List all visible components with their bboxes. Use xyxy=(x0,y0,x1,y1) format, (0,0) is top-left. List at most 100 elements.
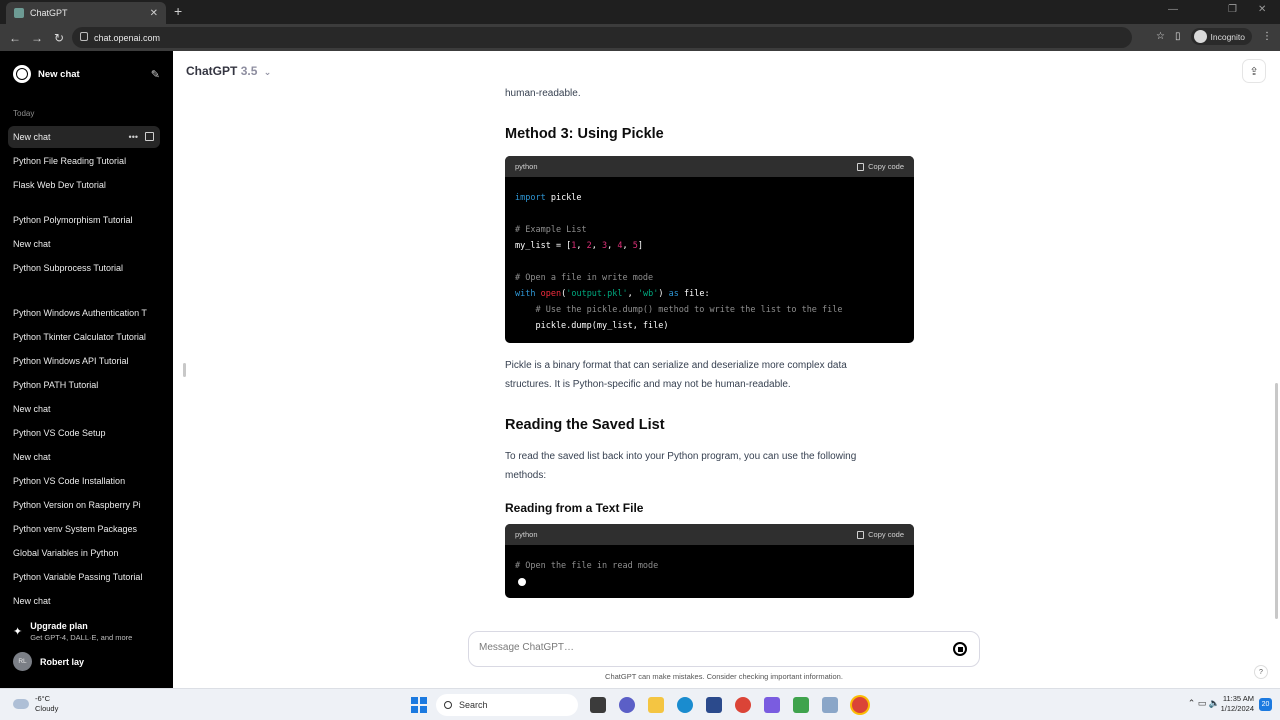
sidebar-item[interactable]: Python Windows API Tutorial xyxy=(8,350,160,372)
sidebar-item[interactable]: New chat xyxy=(8,398,160,420)
address-bar[interactable]: chat.openai.com xyxy=(72,27,1132,48)
forward-button[interactable]: → xyxy=(26,31,48,45)
user-menu[interactable]: RL Robert lay xyxy=(13,652,84,671)
close-window-button[interactable]: ✕ xyxy=(1258,4,1266,15)
edit-icon[interactable]: ✎ xyxy=(151,68,160,81)
store-icon[interactable] xyxy=(706,697,722,713)
code-block-header: python Copy code xyxy=(505,524,914,545)
sidebar-item[interactable]: Flask Web Dev Tutorial xyxy=(8,174,160,196)
minimize-button[interactable]: — xyxy=(1168,4,1178,15)
edge-browser-icon[interactable] xyxy=(677,697,693,713)
code-language-label: python xyxy=(515,530,538,539)
copy-code-button[interactable]: Copy code xyxy=(857,162,904,171)
browser-toolbar: ← → ↻ chat.openai.com ☆ ▯ Incognito ⋮ xyxy=(0,24,1280,51)
sidebar-item[interactable]: Python venv System Packages xyxy=(8,518,160,540)
browser-tab-strip: ChatGPT ✕ + — ❐ ✕ xyxy=(0,0,1280,24)
side-panel-icon[interactable]: ▯ xyxy=(1175,31,1181,42)
taskbar-search[interactable]: Search xyxy=(436,694,578,716)
code-token: , xyxy=(627,289,638,299)
sidebar-item[interactable]: Python VS Code Setup xyxy=(8,422,160,444)
sidebar-new-chat[interactable]: New chat ✎ xyxy=(8,63,160,85)
paragraph-pickle-2: structures. It is Python-specific and ma… xyxy=(505,379,791,390)
code-line: # Example List xyxy=(515,225,587,235)
code-body: import pickle # Example List my_list = [1… xyxy=(505,177,914,343)
notepad-icon[interactable] xyxy=(793,697,809,713)
more-options-icon[interactable]: ••• xyxy=(129,126,138,148)
disclaimer-text: ChatGPT can make mistakes. Consider chec… xyxy=(605,672,843,681)
sparkle-icon: ✦ xyxy=(13,626,23,638)
maximize-button[interactable]: ❐ xyxy=(1228,4,1237,15)
lock-icon xyxy=(80,32,88,41)
browser-menu-icon[interactable]: ⋮ xyxy=(1262,31,1272,42)
code-line: my_list = [1, 2, 3, 4, 5] xyxy=(515,238,904,254)
model-selector[interactable]: ChatGPT 3.5 ⌄ xyxy=(186,64,271,78)
notification-badge[interactable]: 20 xyxy=(1259,698,1272,711)
incognito-badge[interactable]: Incognito xyxy=(1190,28,1252,45)
search-icon xyxy=(444,701,452,709)
system-tray[interactable]: ⌃ ▭ 🔈 xyxy=(1188,698,1220,709)
sidebar-item[interactable]: New chat xyxy=(8,233,160,255)
code-language-label: python xyxy=(515,162,538,171)
toolbar-actions: ☆ ▯ Incognito ⋮ xyxy=(1156,28,1272,45)
sidebar-resize-handle[interactable] xyxy=(183,363,186,377)
code-token: ) xyxy=(658,289,669,299)
back-button[interactable]: ← xyxy=(4,31,26,45)
task-view-icon[interactable] xyxy=(590,697,606,713)
code-token: , xyxy=(622,241,633,251)
clock[interactable]: 11:35 AM 1/12/2024 xyxy=(1221,694,1254,714)
chat-app-icon[interactable] xyxy=(619,697,635,713)
copy-code-label: Copy code xyxy=(868,162,904,171)
code-token: with xyxy=(515,289,536,299)
stop-generating-button[interactable] xyxy=(953,642,967,656)
paragraph-reading-1: To read the saved list back into your Py… xyxy=(505,451,857,462)
sidebar-item[interactable]: New chat xyxy=(8,446,160,468)
sidebar-item[interactable]: Python Variable Passing Tutorial xyxy=(8,566,160,588)
code-line: # Use the pickle.dump() method to write … xyxy=(515,305,843,315)
clock-time: 11:35 AM xyxy=(1222,694,1254,703)
code-token: 'output.pkl' xyxy=(566,289,628,299)
sidebar-item[interactable]: Global Variables in Python xyxy=(8,542,160,564)
sidebar-item[interactable]: Python Polymorphism Tutorial xyxy=(8,209,160,231)
code-line: # Open the file in read mode xyxy=(515,561,659,571)
sidebar-item[interactable]: New chat ••• xyxy=(8,126,160,148)
sidebar-item[interactable]: Python PATH Tutorial xyxy=(8,374,160,396)
new-tab-button[interactable]: + xyxy=(174,3,182,19)
app-window: ChatGPT ✕ + — ❐ ✕ ← → ↻ chat.openai.com … xyxy=(0,0,1280,720)
archive-icon[interactable] xyxy=(145,132,154,141)
sidebar-item[interactable]: Python Subprocess Tutorial xyxy=(8,257,160,279)
share-button[interactable]: ⇪ xyxy=(1242,59,1266,83)
file-explorer-icon[interactable] xyxy=(648,697,664,713)
sidebar-item-label: New chat xyxy=(13,132,51,142)
avatar: RL xyxy=(13,652,32,671)
url-text: chat.openai.com xyxy=(94,32,161,43)
upgrade-plan-button[interactable]: ✦ Upgrade plan Get GPT-4, DALL·E, and mo… xyxy=(13,621,163,647)
sidebar-item[interactable]: Python File Reading Tutorial xyxy=(8,150,160,172)
sidebar-item[interactable]: New chat xyxy=(8,590,160,612)
help-button[interactable]: ? xyxy=(1254,665,1268,679)
code-token: , xyxy=(591,241,603,251)
sidebar-item[interactable]: Python Tkinter Calculator Tutorial xyxy=(8,326,160,348)
copy-code-button[interactable]: Copy code xyxy=(857,530,904,539)
code-token: import xyxy=(515,193,546,203)
close-tab-icon[interactable]: ✕ xyxy=(150,8,158,19)
user-name: Robert lay xyxy=(40,656,85,667)
scrollbar[interactable] xyxy=(1275,383,1278,619)
code-token: my_list = [ xyxy=(515,241,572,251)
sidebar-item[interactable]: Python Windows Authentication T xyxy=(8,302,160,324)
weather-widget[interactable]: -6°C Cloudy xyxy=(13,694,58,714)
chat-main: ChatGPT 3.5 ⌄ ⇪ human-readable. Method 3… xyxy=(173,51,1280,688)
browser-tab[interactable]: ChatGPT ✕ xyxy=(6,2,166,24)
chrome-active-icon[interactable] xyxy=(852,697,868,713)
chrome-icon[interactable] xyxy=(735,697,751,713)
clipboard-icon xyxy=(857,530,865,539)
message-input[interactable] xyxy=(479,642,929,653)
bookmark-star-icon[interactable]: ☆ xyxy=(1156,31,1165,42)
sidebar-item[interactable]: Python VS Code Installation xyxy=(8,470,160,492)
app-icon[interactable] xyxy=(764,697,780,713)
new-chat-label: New chat xyxy=(38,68,80,80)
sidebar-item[interactable]: Python Version on Raspberry Pi xyxy=(8,494,160,516)
photos-icon[interactable] xyxy=(822,697,838,713)
windows-start-icon[interactable] xyxy=(411,697,427,713)
code-token: ] xyxy=(637,241,644,251)
reload-button[interactable]: ↻ xyxy=(48,31,70,45)
